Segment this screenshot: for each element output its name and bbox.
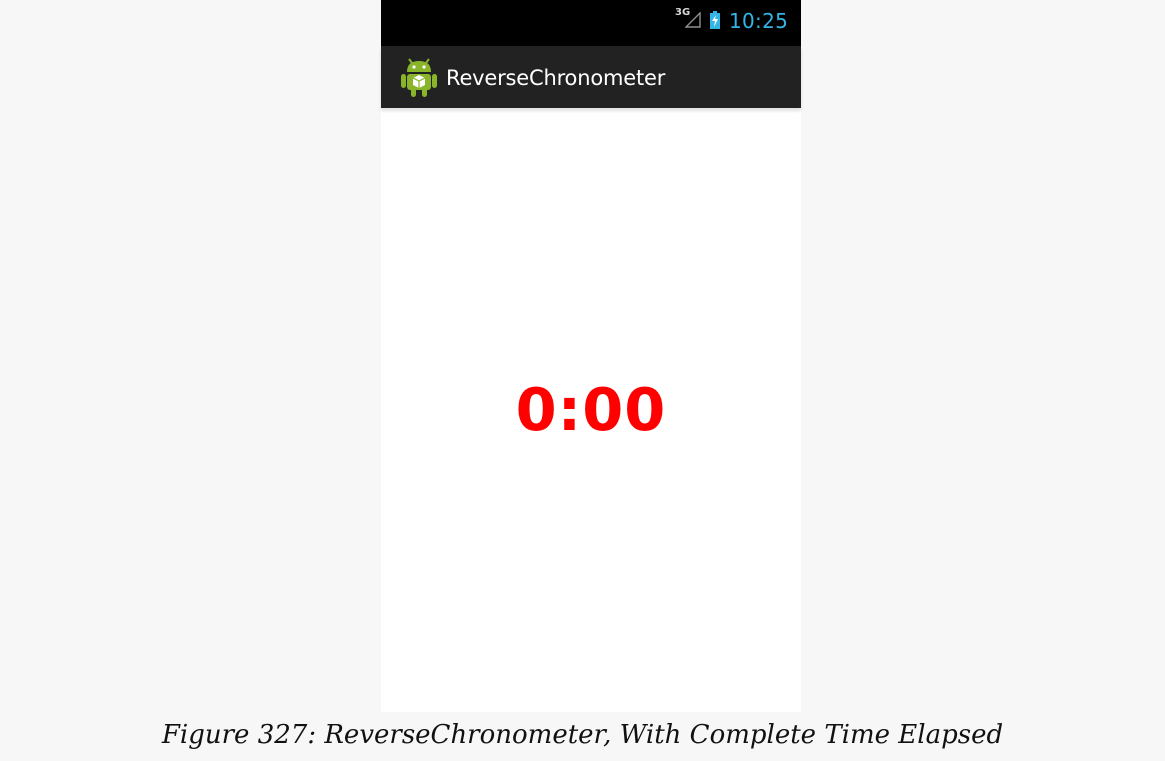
battery-charging-icon	[710, 11, 720, 29]
figure-caption: Figure 327: ReverseChronometer, With Com…	[161, 720, 1004, 750]
chronometer-display: 0:00	[515, 375, 667, 444]
android-app-icon[interactable]	[399, 57, 439, 99]
signal-icon	[685, 12, 701, 28]
action-bar: ReverseChronometer	[381, 46, 801, 108]
status-clock: 10:25	[729, 9, 789, 33]
status-bar: 3G 10:25	[381, 0, 801, 46]
app-title: ReverseChronometer	[446, 66, 666, 90]
device-screen: 3G 10:25 ReverseChronometer 0:00	[381, 0, 801, 712]
